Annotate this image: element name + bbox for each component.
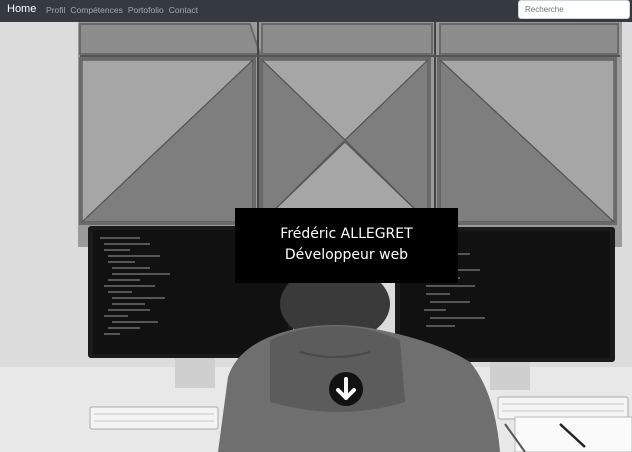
hero-name: Frédéric ALLEGRET [280, 226, 413, 242]
nav-link-portofolio[interactable]: Portofolio [128, 5, 164, 15]
hero-title-box: Frédéric ALLEGRET Développeur web [235, 208, 458, 283]
arrow-down-circle-icon [330, 373, 362, 405]
scroll-down-button[interactable] [329, 372, 363, 406]
nav-link-competences[interactable]: Compétences [70, 5, 122, 15]
nav-link-contact[interactable]: Contact [169, 5, 198, 15]
nav-link-profil[interactable]: Profil [46, 5, 65, 15]
navbar: Home Profil Compétences Portofolio Conta… [0, 0, 632, 22]
hero-job-title: Développeur web [284, 247, 409, 263]
search-input[interactable] [518, 0, 630, 19]
nav-links: Profil Compétences Portofolio Contact [46, 5, 203, 15]
brand-home-link[interactable]: Home [7, 3, 36, 15]
